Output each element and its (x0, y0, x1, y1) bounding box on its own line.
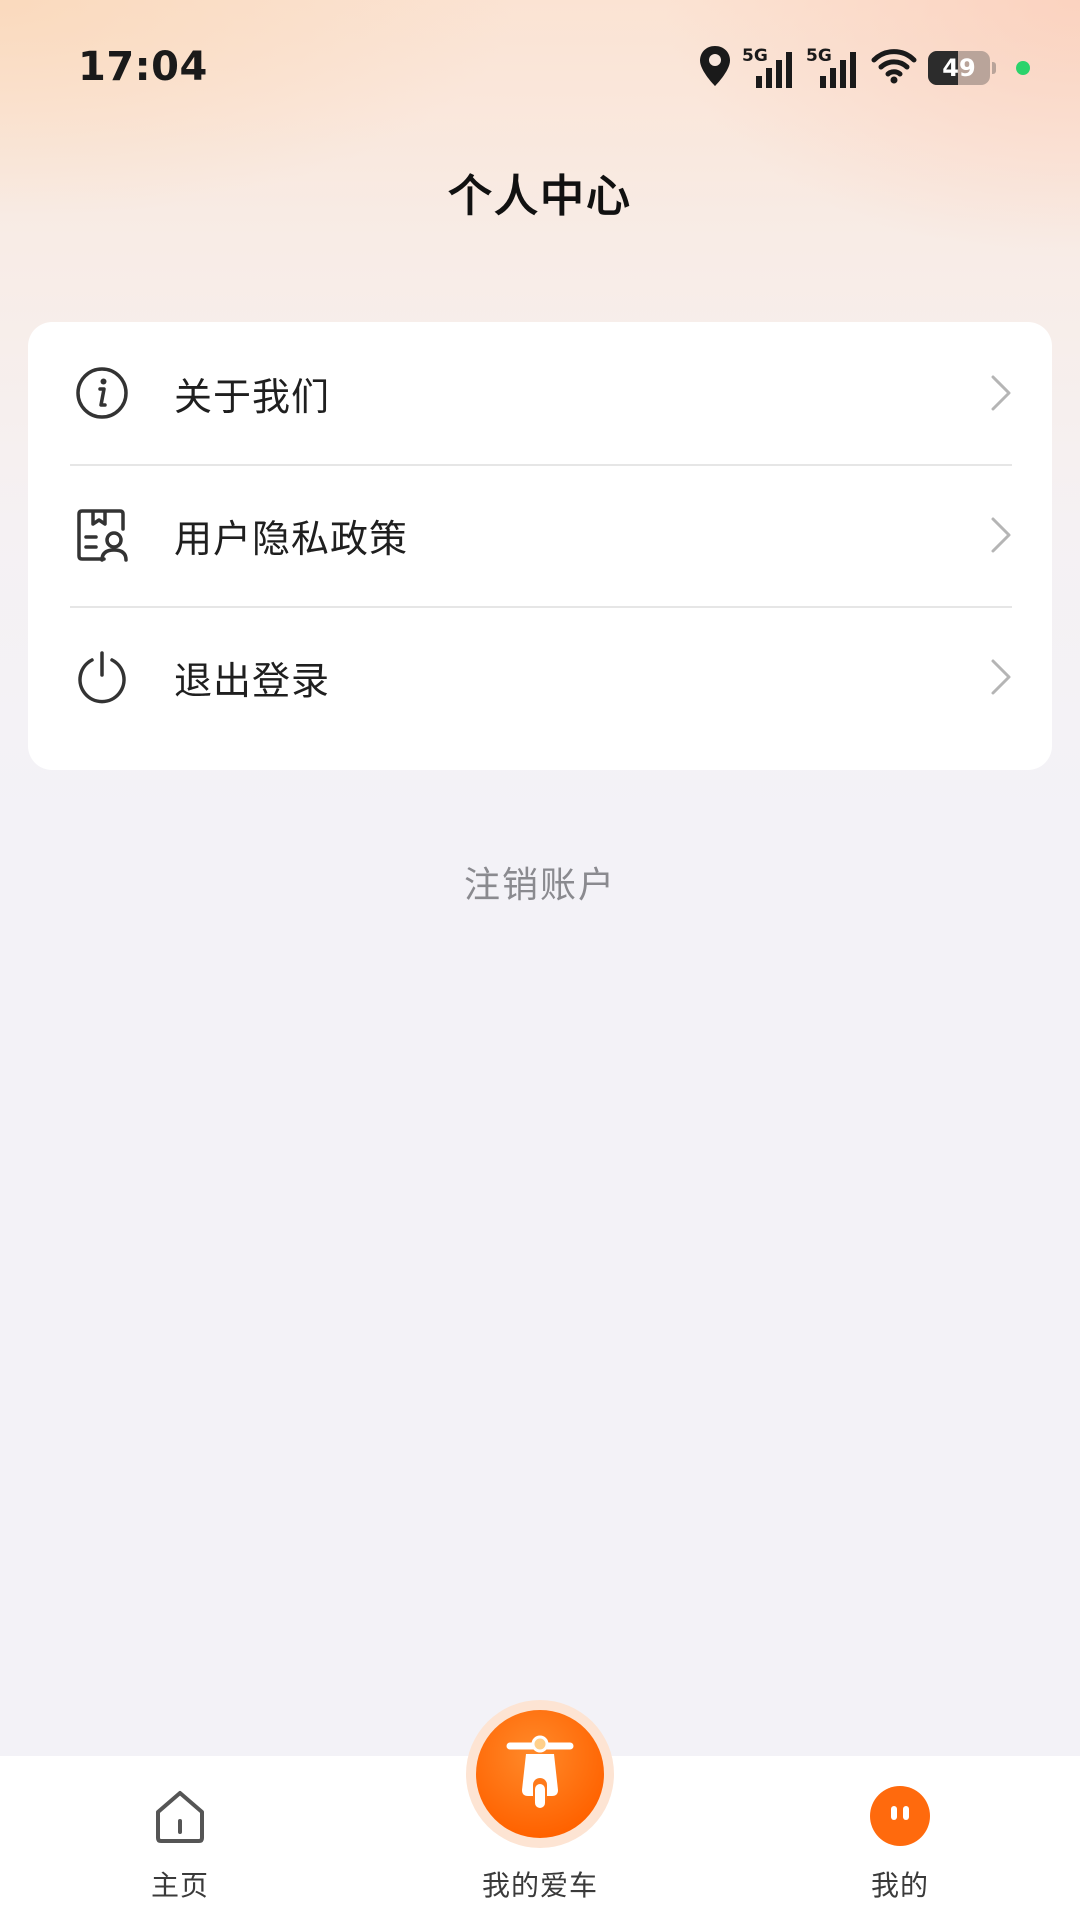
power-icon (74, 649, 130, 705)
scooter-icon (504, 1732, 576, 1816)
location-icon (698, 44, 732, 92)
menu-item-logout[interactable]: 退出登录 (28, 606, 1052, 748)
info-icon (74, 365, 130, 421)
privacy-indicator-dot (1016, 61, 1030, 75)
nav-item-label: 我的 (870, 1869, 929, 1902)
center-scooter-button-face (476, 1710, 604, 1838)
cellular-signal-icon-2: 5G (806, 46, 860, 90)
wifi-icon (870, 46, 918, 90)
menu-item-label: 关于我们 (174, 374, 331, 419)
cellular-signal-icon-1: 5G (742, 46, 796, 90)
nav-item-home[interactable]: 主页 (80, 1756, 280, 1920)
page-title: 个人中心 (448, 171, 632, 222)
privacy-document-icon (74, 507, 130, 563)
status-icons: 5G 5G 49 (698, 44, 1030, 92)
home-icon (152, 1788, 208, 1846)
menu-card: 关于我们 用户隐私政策 退出登录 (28, 322, 1052, 770)
menu-item-label: 用户隐私政策 (174, 516, 409, 561)
battery-icon: 49 (928, 51, 990, 85)
cancel-account-button[interactable]: 注销账户 (0, 856, 1080, 908)
chevron-right-icon (988, 515, 1014, 555)
profile-face-icon (870, 1786, 930, 1846)
center-scooter-button[interactable] (466, 1700, 614, 1848)
status-bar: 17:04 5G 5G 49 (0, 0, 1080, 140)
menu-item-privacy-policy[interactable]: 用户隐私政策 (28, 464, 1052, 606)
nav-item-mine[interactable]: 我的 (800, 1756, 1000, 1920)
battery-tip (992, 62, 996, 74)
chevron-right-icon (988, 373, 1014, 413)
menu-item-about-us[interactable]: 关于我们 (28, 322, 1052, 464)
battery-level: 49 (942, 54, 976, 82)
nav-item-label: 我的爱车 (481, 1869, 598, 1902)
nav-item-label: 主页 (150, 1869, 209, 1902)
menu-item-label: 退出登录 (174, 658, 331, 703)
status-time: 17:04 (78, 44, 208, 90)
chevron-right-icon (988, 657, 1014, 697)
